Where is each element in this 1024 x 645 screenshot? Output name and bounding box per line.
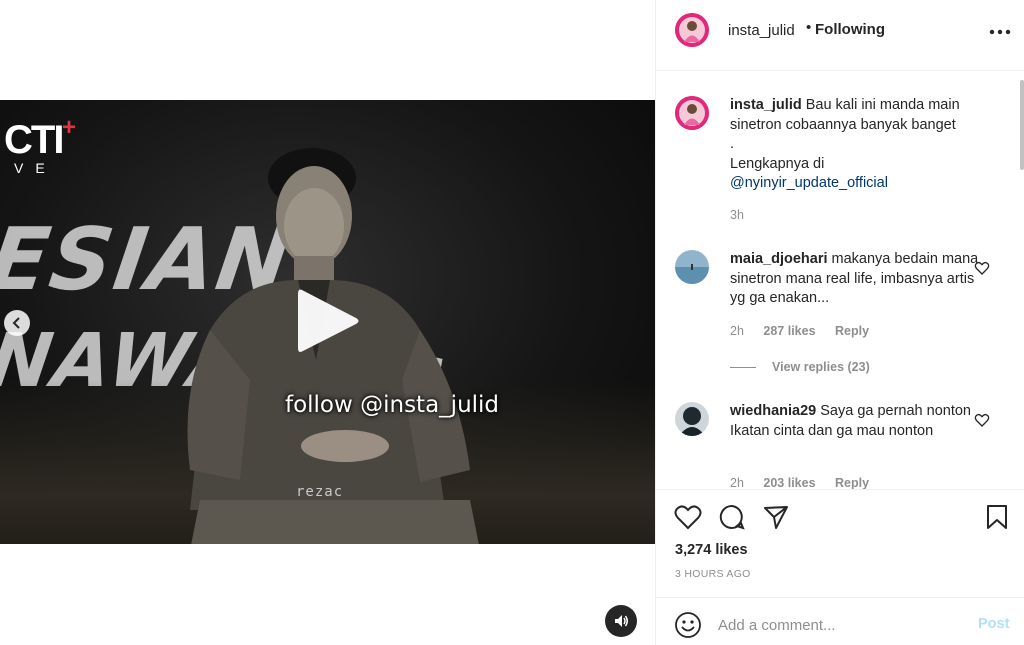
caption-username-link[interactable]: insta_julid [730,97,802,113]
video-player[interactable]: ESIAN NAWA S CTI + VE [0,100,655,544]
post-side-panel: insta_julid • Following insta_julid Bau k… [655,0,1024,645]
avatar-image [675,250,709,284]
avatar-image [675,13,709,47]
logo-plus: + [62,114,77,141]
comments-list[interactable]: insta_julid Bau kali ini manda main sinet… [656,72,1022,489]
logo-subtext: VE [14,160,57,176]
caption-timestamp[interactable]: 3h [730,208,744,222]
comment-text: maia_djoehari makanya bedain mana sinetro… [730,250,980,309]
post-timestamp[interactable]: 3 HOURS AGO [675,568,751,580]
post-actions: 3,274 likes 3 HOURS AGO [656,489,1024,589]
caption-text: insta_julid Bau kali ini manda main sinet… [730,96,980,194]
post-header: insta_julid • Following [656,0,1024,71]
comment-text: wiedhania29 Saya ga pernah nonton Ikatan … [730,402,980,441]
avatar[interactable] [675,250,709,284]
video-overlay-caption: follow @insta_julid [284,392,500,418]
reply-button[interactable]: Reply [835,324,869,338]
comment-username-link[interactable]: maia_djoehari [730,251,828,267]
following-button[interactable]: Following [815,21,885,38]
avatar[interactable] [675,402,709,436]
likes-count[interactable]: 3,274 likes [675,542,748,558]
comment-likes[interactable]: 203 likes [763,476,815,489]
comment-meta: 2h 287 likes Reply [730,324,885,338]
comment-bubble-icon[interactable] [718,503,746,531]
caption-meta: 3h [730,208,760,222]
emoji-smiley-icon[interactable] [674,611,702,639]
separator-dot: • [806,19,812,36]
audio-toggle-button[interactable] [605,605,637,637]
bookmark-icon[interactable] [983,503,1011,531]
logo-text: CTI [4,118,64,162]
tv-channel-logo: CTI + VE [0,114,90,184]
share-paper-plane-icon[interactable] [762,503,790,531]
post-comment-button[interactable]: Post [978,616,1009,632]
caption-line: Lengkapnya di [730,155,825,172]
avatar-image [675,96,709,130]
video-watermark: rezac [296,484,344,500]
add-comment-input[interactable] [718,614,958,636]
like-comment-heart-icon[interactable] [974,260,990,276]
mention-link[interactable]: @nyinyir_update_official [730,175,888,191]
play-icon[interactable] [292,286,362,356]
like-comment-heart-icon[interactable] [974,412,990,428]
speaker-icon [615,615,628,627]
like-heart-icon[interactable] [674,503,702,531]
comment-meta: 2h 203 likes Reply [730,476,885,489]
comment-username-link[interactable]: wiedhania29 [730,403,816,419]
more-options-icon[interactable] [988,20,1012,44]
avatar-image [675,402,709,436]
avatar[interactable] [675,96,709,130]
media-area: ESIAN NAWA S CTI + VE [0,0,655,645]
caption-line: . [730,136,735,152]
previous-arrow-button[interactable] [4,310,30,336]
header-username-link[interactable]: insta_julid [728,22,795,39]
chevron-left-icon [12,317,20,329]
view-replies-button[interactable]: View replies (23) [730,360,870,374]
add-comment-bar: Post [656,597,1024,645]
comment-likes[interactable]: 287 likes [763,324,815,338]
reply-button[interactable]: Reply [835,476,869,489]
comments-scrollbar[interactable] [1020,80,1024,170]
comment-timestamp[interactable]: 2h [730,324,744,338]
avatar[interactable] [675,13,709,47]
comment-timestamp[interactable]: 2h [730,476,744,489]
